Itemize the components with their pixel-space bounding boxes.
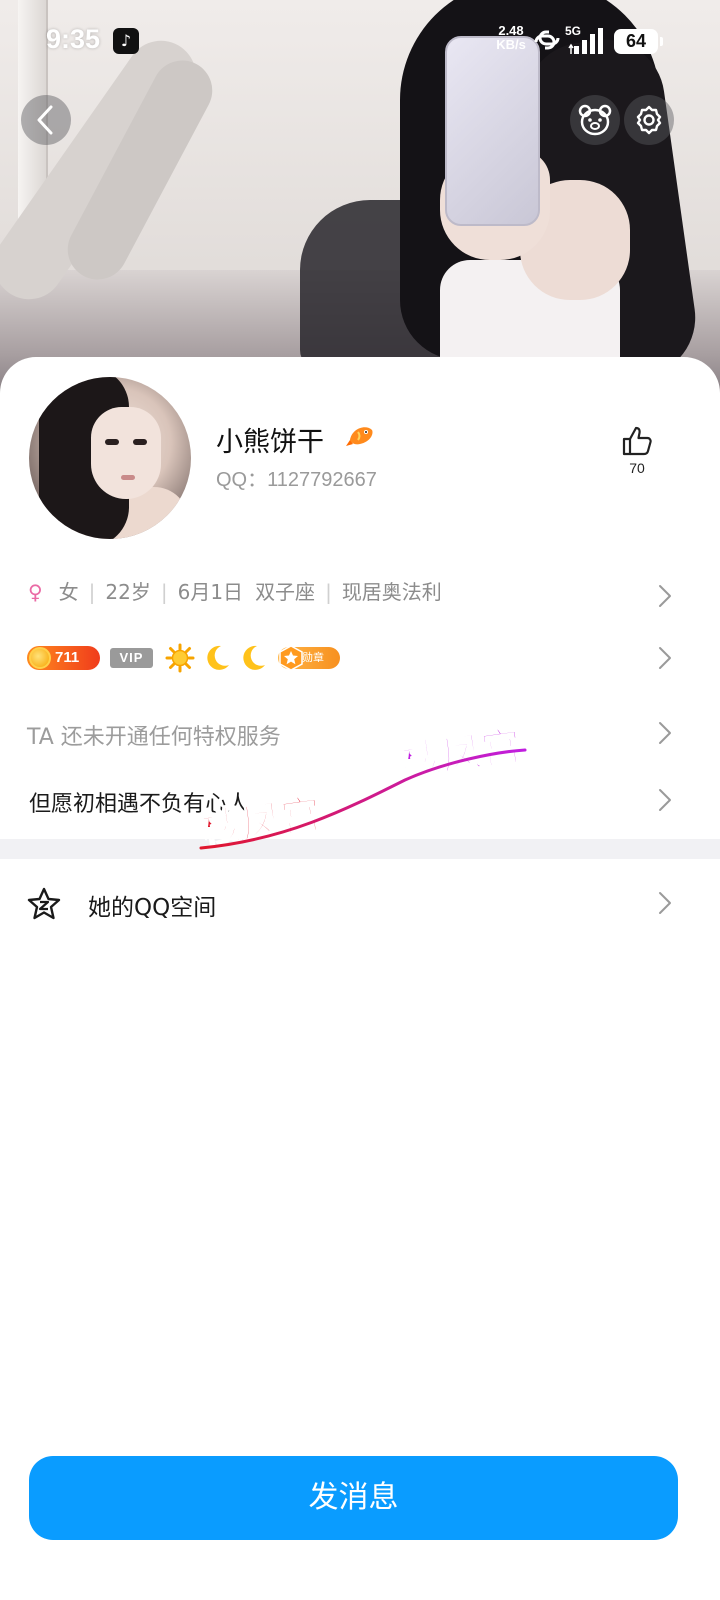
like-count: 70 — [629, 460, 645, 476]
chevron-right-icon — [659, 722, 671, 744]
gear-icon — [636, 105, 662, 135]
avatar-face — [91, 407, 161, 499]
moon-icon — [243, 645, 265, 670]
basic-info-row[interactable]: ♀ 女 | 22岁 | 6月1日 双子座 | 现居奥法利 — [0, 566, 720, 622]
level-value: 711 — [55, 649, 80, 666]
section-divider — [0, 839, 720, 859]
status-bar: 9:35 ♪ 2.48 KB/s 5G 64 — [0, 0, 720, 82]
qzone-row[interactable]: 她的QQ空间 — [0, 872, 720, 934]
settings-button[interactable] — [624, 95, 674, 145]
medal-star-icon — [279, 645, 303, 671]
privilege-row[interactable]: TA 还未开通任何特权服务 — [0, 708, 720, 758]
qq-number[interactable]: QQ：1127792667 — [216, 463, 377, 492]
battery-indicator: 64 — [614, 29, 663, 54]
age: 22岁 — [105, 580, 151, 604]
medal-label: 勋章 — [302, 651, 324, 664]
female-icon: ♀ — [28, 580, 43, 604]
like-button[interactable]: 70 — [612, 424, 662, 476]
chevron-right-icon — [659, 892, 671, 914]
nickname: 小熊饼干 — [216, 427, 324, 458]
avatar[interactable] — [29, 377, 191, 539]
tiktok-icon: ♪ — [113, 28, 139, 54]
birthday: 6月1日 — [177, 580, 244, 604]
location: 现居奥法利 — [341, 580, 442, 604]
signature-text: 但愿初相遇不负有心人 — [29, 792, 250, 817]
thumbs-up-icon — [622, 426, 652, 456]
profile-card — [0, 357, 720, 1600]
gender: 女 — [58, 580, 79, 604]
send-message-button[interactable]: 发消息 — [29, 1456, 678, 1540]
bear-face-icon — [578, 104, 612, 136]
vip-badge[interactable]: VIP — [110, 648, 153, 668]
pet-button[interactable] — [570, 95, 620, 145]
chevron-right-icon — [659, 789, 671, 811]
separator: | — [325, 580, 332, 604]
medal-badge[interactable]: 勋章 — [278, 645, 340, 671]
zodiac: 双子座 — [255, 580, 316, 604]
separator: | — [160, 580, 168, 604]
basic-info: ♀ 女 | 22岁 | 6月1日 双子座 | 现居奥法利 — [28, 576, 442, 605]
chevron-left-icon — [37, 105, 53, 135]
network-speed-value: 2.48 — [498, 23, 524, 38]
chevron-right-icon — [659, 585, 671, 607]
signal-icon — [568, 28, 603, 54]
separator: | — [88, 580, 96, 604]
signature-row[interactable]: 但愿初相遇不负有心人 — [0, 776, 720, 826]
network-speed-unit: KB/s — [496, 37, 526, 52]
back-button[interactable] — [21, 95, 71, 145]
network-speed: 2.48 KB/s — [490, 24, 532, 52]
privilege-text: TA 还未开通任何特权服务 — [27, 725, 281, 750]
avatar-eye — [105, 439, 119, 445]
avatar-lip — [121, 475, 135, 480]
star-icon — [27, 887, 61, 920]
coin-icon — [29, 647, 51, 669]
chevron-right-icon — [659, 647, 671, 669]
avatar-eye — [133, 439, 147, 445]
badges-row[interactable]: 711 VIP 勋章 — [0, 634, 720, 684]
status-time: 9:35 — [46, 24, 101, 54]
level-badge[interactable]: 711 — [27, 646, 100, 670]
qzone-label: 她的QQ空间 — [88, 895, 217, 921]
koi-fish-icon[interactable] — [344, 420, 378, 454]
hotspot-link-icon — [534, 30, 560, 50]
moon-icon — [207, 645, 229, 670]
sun-icon — [165, 643, 195, 673]
